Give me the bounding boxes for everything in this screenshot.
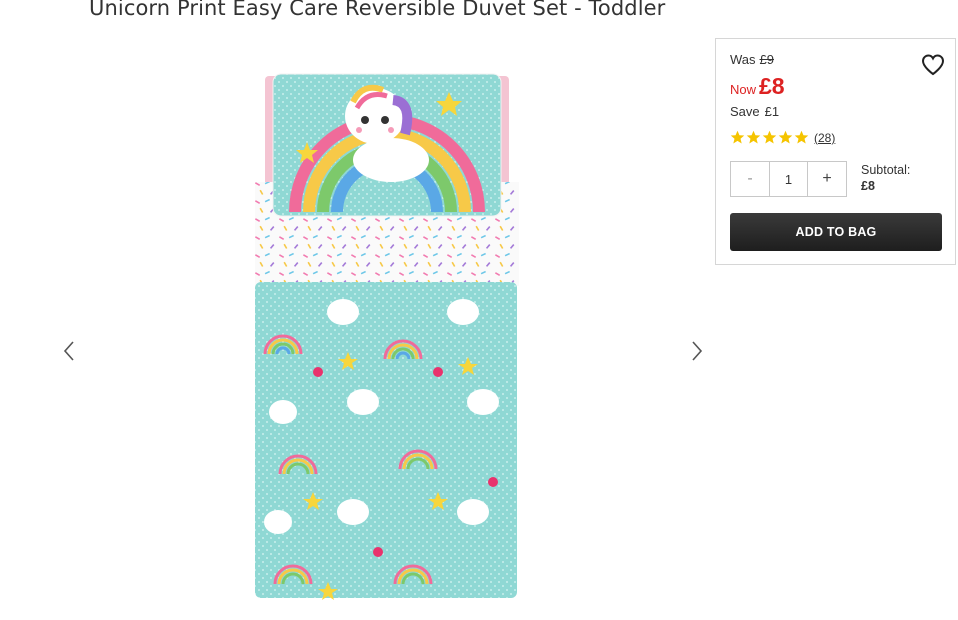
product-image: [255, 73, 519, 600]
now-price-row: Now £8: [730, 73, 785, 100]
carousel-prev-button[interactable]: [55, 336, 83, 366]
quantity-input[interactable]: [769, 162, 808, 196]
wishlist-button[interactable]: [921, 53, 945, 77]
quantity-decrease-button[interactable]: -: [731, 162, 769, 196]
was-price: £9: [759, 52, 774, 67]
subtotal-value: £8: [861, 179, 875, 193]
star-icon: [762, 130, 777, 144]
chevron-left-icon: [63, 341, 74, 361]
add-to-bag-button[interactable]: ADD TO BAG: [730, 213, 942, 251]
quantity-increase-button[interactable]: +: [808, 162, 846, 196]
carousel-next-button[interactable]: [683, 336, 711, 366]
now-price: £8: [759, 73, 785, 99]
subtotal: Subtotal: £8: [861, 162, 910, 194]
save-row: Save £1: [730, 104, 779, 119]
buy-box: Was£9 Now£8 Save£1 (28) - + Subtotal: £8…: [715, 38, 956, 265]
heart-icon: [921, 54, 945, 76]
now-label: Now: [730, 82, 757, 97]
save-label: Save: [730, 104, 760, 119]
was-label: Was: [730, 52, 756, 67]
product-title: Unicorn Print Easy Care Reversible Duvet…: [89, 0, 666, 20]
star-icon: [730, 130, 745, 144]
star-icon: [778, 130, 793, 144]
star-icon: [794, 130, 809, 144]
star-icon: [746, 130, 761, 144]
was-price-row: Was £9: [730, 52, 774, 67]
rating-row: (28): [730, 130, 835, 145]
star-rating: [730, 130, 809, 145]
save-amount: £1: [764, 104, 780, 119]
subtotal-label: Subtotal:: [861, 163, 911, 177]
chevron-right-icon: [692, 341, 703, 361]
quantity-stepper: - +: [730, 161, 847, 197]
review-count-link[interactable]: (28): [814, 131, 835, 145]
